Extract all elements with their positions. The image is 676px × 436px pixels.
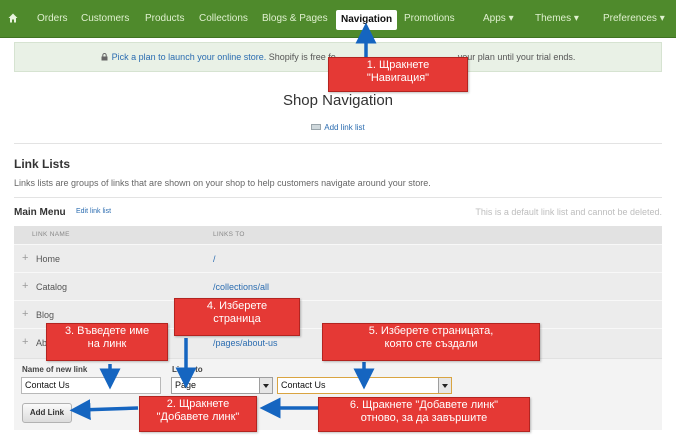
drag-handle-icon[interactable]: + — [22, 280, 28, 292]
callout-step1: 1. Щракнете "Навигация" — [328, 57, 468, 92]
table-row[interactable]: + Catalog /collections/all — [14, 272, 662, 300]
edit-link-list-link[interactable]: Edit link list — [76, 208, 111, 215]
callout-step3-line1: 3. Въведете име — [64, 325, 150, 337]
callout-step2: 2. Щракнете "Добавете линк" — [139, 396, 257, 432]
link-name-input[interactable]: Contact Us — [21, 377, 161, 394]
callout-step6: 6. Щракнете "Добавете линк" отново, за д… — [318, 397, 530, 432]
column-header-links-to: LINKS TO — [213, 231, 245, 238]
page-select[interactable]: Contact Us — [277, 377, 452, 394]
callout-step5-line2: която сте създали — [384, 338, 478, 350]
nav-customers[interactable]: Customers — [81, 0, 129, 38]
callout-step2-line1: 2. Щракнете — [166, 398, 230, 410]
callout-step3: 3. Въведете име на линк — [46, 323, 168, 361]
nav-blogs-pages[interactable]: Blogs & Pages — [262, 0, 328, 38]
dropdown-arrow-icon[interactable] — [438, 378, 451, 393]
link-type-value: Page — [175, 380, 197, 390]
add-link-list-label: Add link list — [324, 123, 365, 132]
nav-navigation[interactable]: Navigation — [336, 10, 398, 30]
pick-plan-link[interactable]: Pick a plan to launch your online store. — [112, 52, 267, 62]
callout-step3-line2: на линк — [87, 338, 127, 350]
links-to-label: Links to — [172, 365, 203, 374]
link-target[interactable]: / — [213, 254, 216, 264]
banner-text-before: Shopify is free fo — [268, 52, 336, 62]
divider — [14, 197, 662, 198]
dropdown-arrow-icon[interactable] — [259, 378, 272, 393]
home-icon[interactable] — [8, 13, 18, 23]
link-target[interactable]: /collections/all — [213, 282, 269, 292]
callout-step4-line2: страница — [213, 313, 261, 325]
callout-step1-line2: "Навигация" — [366, 72, 430, 84]
drag-handle-icon[interactable]: + — [22, 252, 28, 264]
column-header-link-name: LINK NAME — [32, 231, 70, 238]
nav-collections[interactable]: Collections — [199, 0, 248, 38]
divider — [14, 143, 662, 144]
link-target[interactable]: /pages/about-us — [213, 338, 278, 348]
link-name-label: Name of new link — [22, 365, 88, 374]
banner-text-after: your plan until your trial ends. — [457, 52, 576, 62]
nav-apps-dropdown[interactable]: Apps ▾ — [483, 0, 514, 38]
link-name: Blog — [36, 310, 55, 320]
callout-step6-line1: 6. Щракнете "Добавете линк" — [349, 399, 499, 411]
page-title: Shop Navigation — [282, 92, 394, 109]
drag-handle-icon[interactable]: + — [22, 336, 28, 348]
lock-icon — [101, 53, 108, 61]
top-navigation-bar: Orders Customers Products Collections Bl… — [0, 0, 676, 38]
default-list-note: This is a default link list and cannot b… — [475, 207, 662, 217]
table-header: LINK NAME LINKS TO — [14, 226, 662, 244]
callout-step4: 4. Изберете страница — [174, 298, 300, 336]
callout-step2-line2: "Добавете линк" — [156, 411, 240, 423]
callout-step6-line2: отново, за да завършите — [360, 412, 488, 424]
table-row[interactable]: + Home / — [14, 244, 662, 272]
add-link-button[interactable]: Add Link — [22, 403, 72, 423]
nav-products[interactable]: Products — [145, 0, 184, 38]
callout-step4-line1: 4. Изберете — [206, 300, 268, 312]
drag-handle-icon[interactable]: + — [22, 308, 28, 320]
main-menu-heading: Main Menu — [14, 207, 66, 218]
link-lists-description: Links lists are groups of links that are… — [14, 178, 431, 188]
link-name: Catalog — [36, 282, 68, 292]
page-value: Contact Us — [281, 380, 326, 390]
nav-preferences-dropdown[interactable]: Preferences ▾ — [603, 0, 665, 38]
link-name: Home — [36, 254, 61, 264]
add-link-list-link[interactable]: Add link list — [0, 123, 676, 132]
callout-step5-line1: 5. Изберете страницата, — [368, 325, 494, 337]
callout-step5: 5. Изберете страницата, която сте създал… — [322, 323, 540, 361]
nav-promotions[interactable]: Promotions — [404, 0, 455, 38]
link-type-select[interactable]: Page — [171, 377, 273, 394]
nav-orders[interactable]: Orders — [37, 0, 68, 38]
callout-step1-line1: 1. Щракнете — [366, 59, 430, 71]
link-lists-heading: Link Lists — [14, 157, 71, 171]
nav-themes-dropdown[interactable]: Themes ▾ — [535, 0, 579, 38]
list-icon — [311, 124, 322, 130]
